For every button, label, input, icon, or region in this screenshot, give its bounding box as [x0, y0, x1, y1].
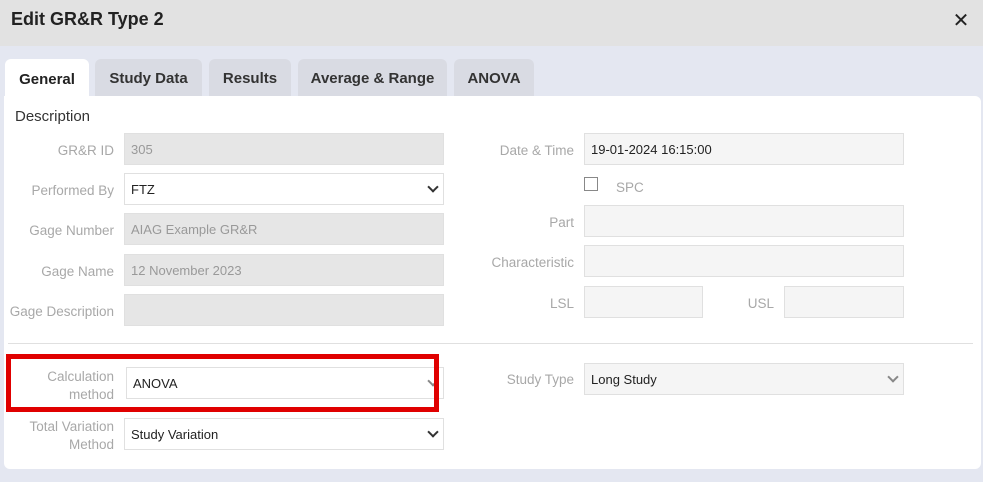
- date-time-label: Date & Time: [499, 143, 574, 158]
- bottom-strip: [0, 469, 983, 482]
- close-icon[interactable]: ✕: [950, 9, 972, 33]
- date-time-input[interactable]: 19-01-2024 16:15:00: [584, 133, 904, 165]
- performed-by-select[interactable]: FTZ: [124, 173, 444, 205]
- tab-results[interactable]: Results: [209, 59, 291, 97]
- performed-by-label: Performed By: [31, 183, 114, 198]
- gage-name-value: 12 November 2023: [131, 262, 242, 278]
- performed-by-value: FTZ: [131, 181, 155, 197]
- spc-label: SPC: [616, 180, 644, 195]
- usl-label: USL: [747, 296, 774, 311]
- study-type-value: Long Study: [591, 371, 657, 387]
- gage-description-field: [124, 294, 444, 326]
- gage-name-label: Gage Name: [41, 264, 114, 279]
- characteristic-label: Characteristic: [491, 255, 574, 270]
- spc-checkbox[interactable]: [584, 177, 598, 191]
- characteristic-input[interactable]: [584, 245, 904, 277]
- lsl-input[interactable]: [584, 286, 703, 318]
- gage-number-field: AIAG Example GR&R: [124, 213, 444, 245]
- study-type-select[interactable]: Long Study: [584, 363, 904, 395]
- grr-id-field: 305: [124, 133, 444, 165]
- divider: [8, 343, 973, 344]
- total-variation-method-select[interactable]: Study Variation: [124, 418, 444, 450]
- tab-general[interactable]: General: [5, 59, 89, 99]
- chevron-down-icon: [427, 426, 439, 438]
- dialog-title: Edit GR&R Type 2: [11, 9, 164, 29]
- part-input[interactable]: [584, 205, 904, 237]
- section-title: Description: [15, 108, 91, 125]
- gage-number-value: AIAG Example GR&R: [131, 221, 258, 237]
- total-variation-method-label-line1: Total Variation: [29, 419, 114, 434]
- lsl-label: LSL: [549, 296, 574, 311]
- highlight-box: [6, 354, 439, 412]
- study-type-label: Study Type: [506, 372, 574, 387]
- total-variation-method-value: Study Variation: [131, 426, 219, 442]
- tab-study-data[interactable]: Study Data: [95, 59, 202, 97]
- tab-average-range[interactable]: Average & Range: [298, 59, 447, 97]
- chevron-down-icon: [887, 371, 899, 383]
- gage-description-label: Gage Description: [9, 304, 114, 319]
- gage-name-field: 12 November 2023: [124, 254, 444, 286]
- tab-anova[interactable]: ANOVA: [454, 59, 534, 97]
- chevron-down-icon: [427, 181, 439, 193]
- usl-input[interactable]: [784, 286, 904, 318]
- gage-number-label: Gage Number: [29, 223, 114, 238]
- date-time-value: 19-01-2024 16:15:00: [591, 141, 712, 157]
- total-variation-method-label: Total Variation Method: [10, 418, 114, 454]
- grr-id-label: GR&R ID: [57, 143, 114, 158]
- total-variation-method-label-line2: Method: [68, 437, 114, 452]
- grr-id-value: 305: [131, 141, 153, 157]
- part-label: Part: [549, 215, 574, 230]
